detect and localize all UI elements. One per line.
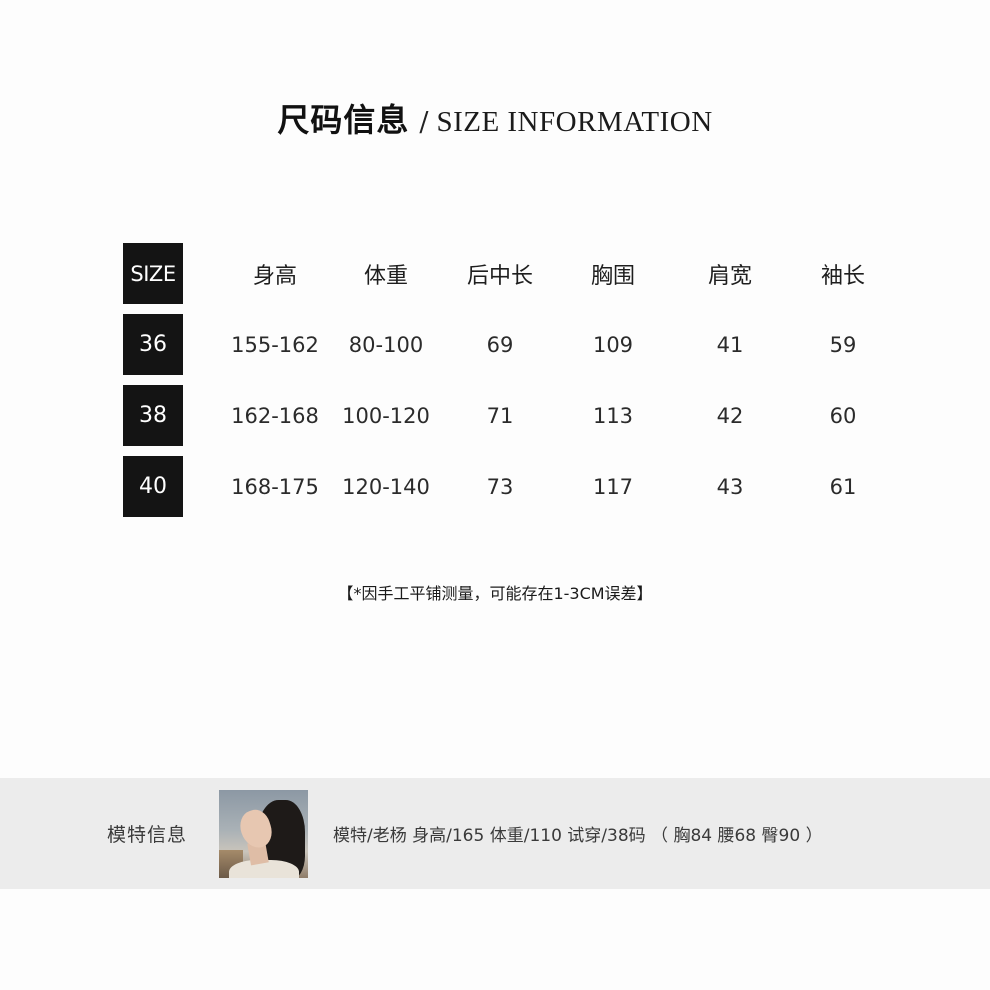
table-header-row: SIZE 身高 体重 后中长 胸围 肩宽 袖长 [0, 243, 990, 304]
size-cell: 38 [123, 385, 183, 446]
header-size-cell: SIZE [123, 243, 183, 304]
chest-cell: 117 [592, 474, 634, 499]
title-english: SIZE INFORMATION [436, 106, 713, 138]
header-sleeve: 袖长 [820, 263, 865, 289]
table-row: 40 168-175 120-140 73 117 43 61 [0, 456, 990, 517]
sleeve-cell: 60 [829, 403, 857, 428]
size-info-page: 尺码信息 / SIZE INFORMATION SIZE 身高 体重 后中长 胸围 … [0, 0, 990, 990]
height-cell: 168-175 [231, 474, 319, 499]
chest-cell: 113 [592, 403, 634, 428]
header-height: 身高 [252, 263, 297, 289]
model-photo [219, 790, 308, 878]
weight-cell: 80-100 [348, 332, 424, 357]
height-cell: 155-162 [231, 332, 319, 357]
header-chest: 胸围 [590, 263, 635, 289]
back-length-cell: 69 [486, 332, 514, 357]
shoulder-cell: 41 [716, 332, 744, 357]
sleeve-cell: 59 [829, 332, 857, 357]
chest-cell: 109 [592, 332, 634, 357]
page-title: 尺码信息 / SIZE INFORMATION [0, 95, 990, 141]
model-details: 模特/老杨 身高/165 体重/110 试穿/38码 （ 胸84 腰68 臀90… [333, 826, 823, 846]
model-info-label: 模特信息 [107, 824, 188, 846]
table-row: 36 155-162 80-100 69 109 41 59 [0, 314, 990, 375]
table-row: 38 162-168 100-120 71 113 42 60 [0, 385, 990, 446]
size-cell: 36 [123, 314, 183, 375]
header-back-length: 后中长 [466, 263, 533, 289]
title-separator: / [419, 107, 429, 138]
weight-cell: 120-140 [342, 474, 430, 499]
sleeve-cell: 61 [829, 474, 857, 499]
header-weight: 体重 [363, 263, 408, 289]
size-cell: 40 [123, 456, 183, 517]
shoulder-cell: 43 [716, 474, 744, 499]
height-cell: 162-168 [231, 403, 319, 428]
weight-cell: 100-120 [342, 403, 430, 428]
header-shoulder: 肩宽 [707, 263, 752, 289]
title-chinese: 尺码信息 [277, 101, 410, 139]
model-info-band: 模特信息 模特/老杨 身高/165 体重/110 试穿/38码 （ 胸84 腰6… [0, 778, 990, 889]
shoulder-cell: 42 [716, 403, 744, 428]
back-length-cell: 73 [486, 474, 514, 499]
measurement-note: 【*因手工平铺测量，可能存在1-3CM误差】 [337, 584, 653, 603]
back-length-cell: 71 [486, 403, 514, 428]
